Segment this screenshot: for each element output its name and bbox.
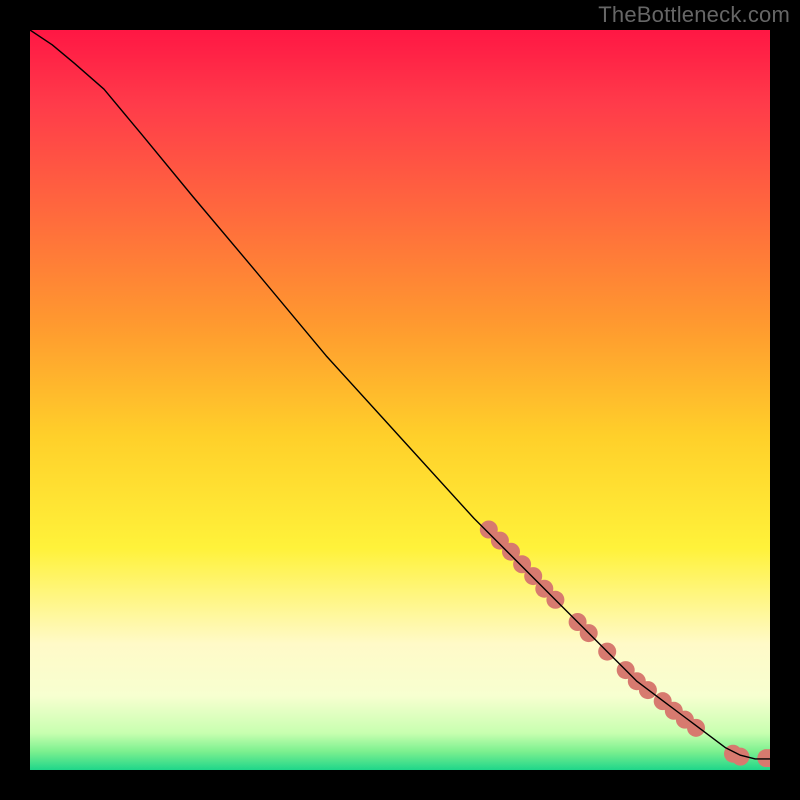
watermark-text: TheBottleneck.com [598,2,790,28]
chart-svg [30,30,770,770]
chart-area [30,30,770,770]
stage: TheBottleneck.com [0,0,800,800]
chart-background [30,30,770,770]
